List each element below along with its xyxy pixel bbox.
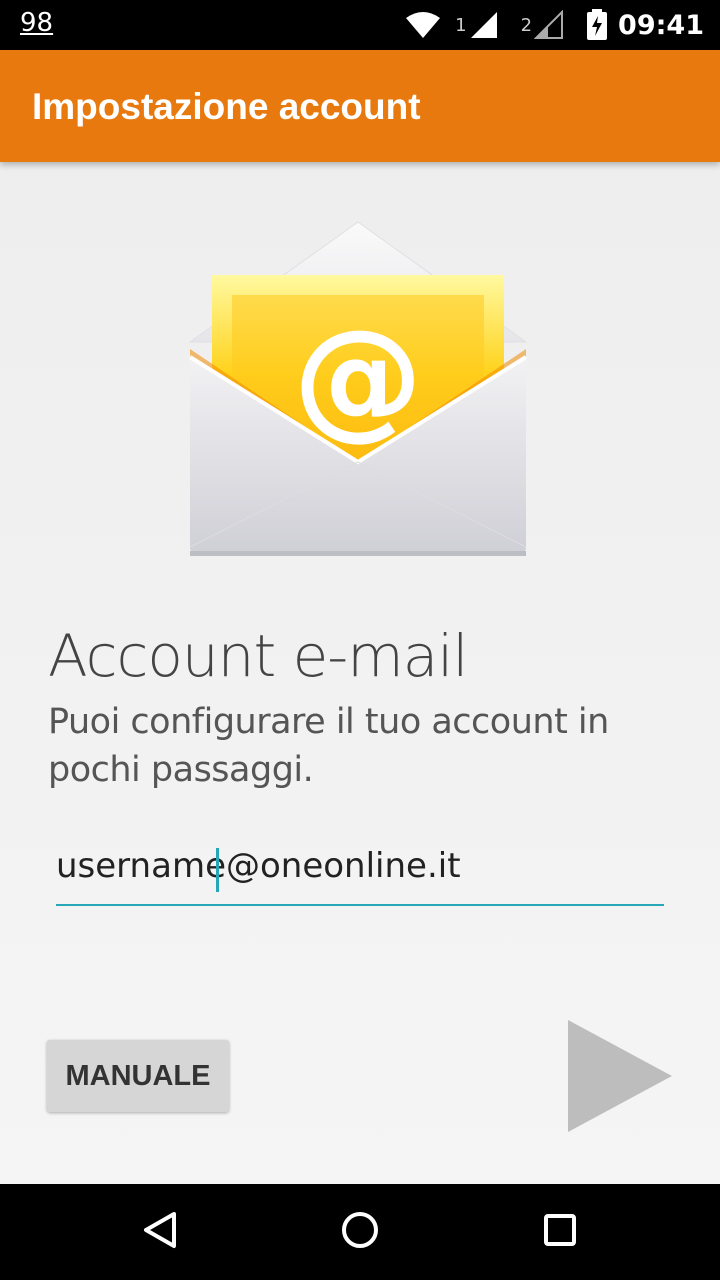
- manual-setup-button[interactable]: MANUALE: [47, 1040, 229, 1112]
- status-bar: 98 1 2 09:41: [0, 0, 720, 50]
- email-value: username@oneonline.it: [56, 846, 461, 886]
- sim2-label: 2: [520, 14, 533, 36]
- email-envelope-icon: @: [188, 221, 528, 556]
- notification-count: 98: [20, 8, 54, 38]
- back-icon[interactable]: [140, 1206, 180, 1254]
- navigation-bar: [0, 1184, 720, 1280]
- subtitle: Puoi configurare il tuo account in pochi…: [48, 702, 609, 790]
- page-title: Impostazione account: [32, 86, 421, 127]
- text-cursor: [216, 848, 219, 892]
- sim1-label: 1: [455, 14, 467, 36]
- recents-icon[interactable]: [540, 1206, 580, 1254]
- wifi-icon: [406, 12, 441, 38]
- app-bar: Impostazione account: [0, 50, 720, 162]
- next-arrow-icon[interactable]: [560, 1014, 680, 1138]
- svg-text:@: @: [293, 301, 423, 453]
- email-field[interactable]: username@oneonline.it: [56, 844, 664, 906]
- account-setup-content: @ Account e-mail Puoi configurare il tuo…: [0, 162, 720, 1184]
- battery-charging-icon: [587, 9, 608, 40]
- status-icons: 1 2 09:41: [405, 6, 704, 44]
- clock: 09:41: [618, 9, 704, 41]
- signal-sim2-icon: [534, 10, 564, 39]
- heading: Account e-mail: [48, 622, 468, 690]
- signal-sim1-icon: [470, 12, 497, 38]
- home-icon[interactable]: [338, 1206, 382, 1254]
